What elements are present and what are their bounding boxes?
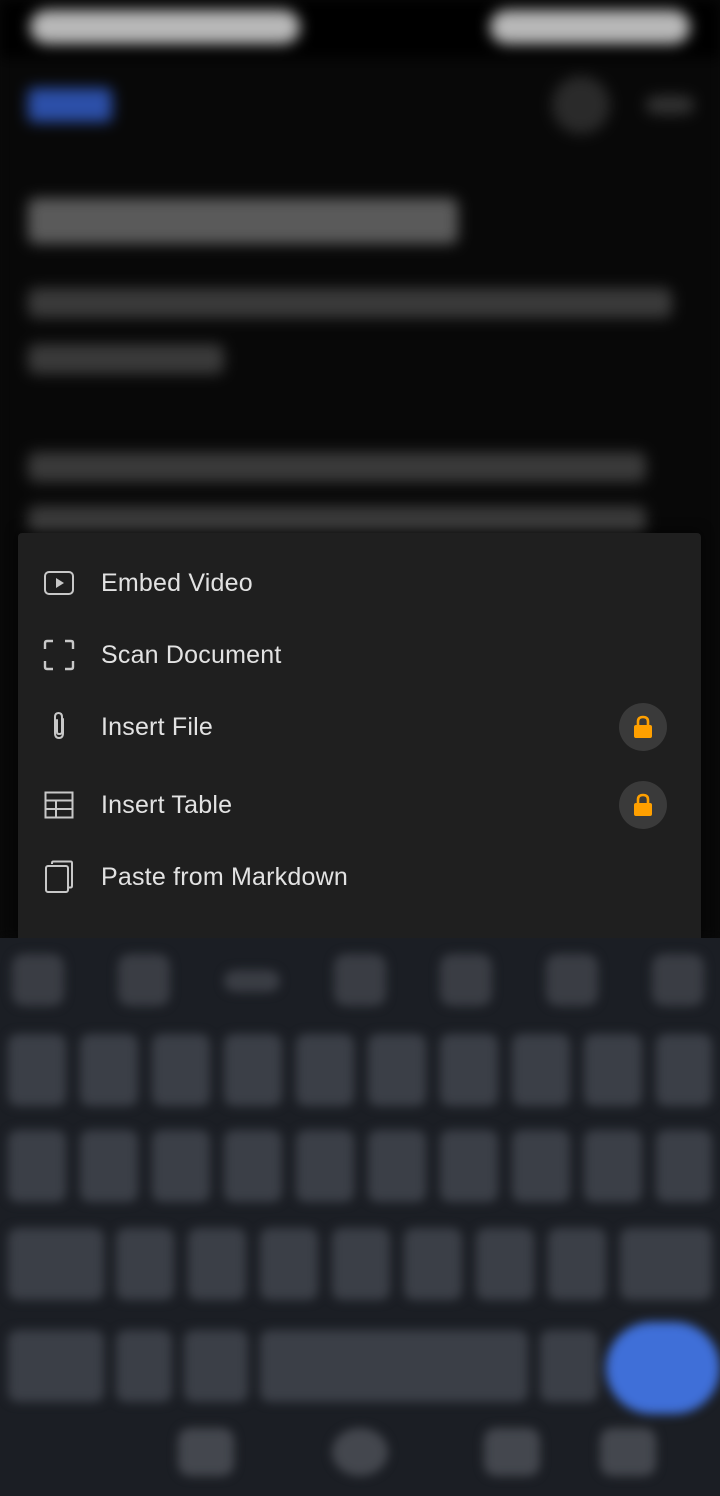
keyboard-key-blurred [152, 1130, 210, 1202]
keyboard-key-blurred [512, 1130, 570, 1202]
menu-item-embed-video[interactable]: Embed Video [18, 547, 701, 619]
keyboard-key-blurred [8, 1330, 104, 1402]
nav-button-blurred [600, 1428, 656, 1476]
nav-button-blurred [332, 1428, 388, 1476]
toolbar-circle-blurred [552, 76, 610, 134]
keyboard-key-blurred [8, 1034, 66, 1106]
keyboard-tool-blurred [652, 954, 704, 1006]
menu-item-label: Paste from Markdown [101, 862, 348, 891]
keyboard-key-blurred [8, 1228, 104, 1300]
keyboard-key-blurred [296, 1034, 354, 1106]
soft-keyboard-blurred [0, 938, 720, 1496]
keyboard-key-blurred [8, 1130, 66, 1202]
keyboard-key-blurred [368, 1034, 426, 1106]
keyboard-spacebar-blurred [260, 1330, 528, 1402]
note-text-line-blurred [28, 506, 646, 536]
screen: Embed Video Scan Document Insert File In… [0, 0, 720, 1496]
keyboard-key-blurred [224, 1130, 282, 1202]
keyboard-tool-blurred [440, 954, 492, 1006]
keyboard-tool-blurred [224, 970, 280, 992]
scan-frame-icon [42, 638, 76, 672]
keyboard-key-blurred [116, 1228, 174, 1300]
keyboard-key-blurred [332, 1228, 390, 1300]
keyboard-key-blurred [184, 1330, 248, 1402]
keyboard-key-blurred [476, 1228, 534, 1300]
status-bar [0, 0, 720, 58]
menu-item-paste-from-markdown[interactable]: Paste from Markdown [18, 841, 701, 913]
note-title-blurred [28, 198, 458, 244]
keyboard-key-blurred [584, 1130, 642, 1202]
note-text-line-blurred [28, 452, 646, 482]
menu-item-insert-table[interactable]: Insert Table [18, 769, 701, 841]
keyboard-tool-blurred [12, 954, 64, 1006]
keyboard-key-blurred [224, 1034, 282, 1106]
keyboard-key-blurred [540, 1330, 598, 1402]
insert-menu: Embed Video Scan Document Insert File In… [18, 533, 701, 938]
status-bar-right-blurred [490, 10, 690, 44]
keyboard-key-blurred [116, 1330, 172, 1402]
menu-item-label: Insert File [101, 712, 213, 741]
copy-pages-icon [42, 860, 76, 894]
done-button-blurred [28, 88, 112, 122]
keyboard-key-blurred [656, 1034, 712, 1106]
keyboard-enter-blurred [606, 1322, 720, 1414]
keyboard-key-blurred [512, 1034, 570, 1106]
keyboard-key-blurred [260, 1228, 318, 1300]
keyboard-key-blurred [620, 1228, 712, 1300]
keyboard-key-blurred [80, 1130, 138, 1202]
more-icon-blurred [646, 96, 694, 114]
nav-button-blurred [484, 1428, 540, 1476]
note-text-line-blurred [28, 288, 672, 318]
keyboard-key-blurred [296, 1130, 354, 1202]
keyboard-keys-blurred [0, 938, 720, 1496]
menu-item-label: Insert Table [101, 790, 233, 819]
lock-badge [619, 781, 667, 829]
menu-item-scan-document[interactable]: Scan Document [18, 619, 701, 691]
video-play-icon [42, 566, 76, 600]
keyboard-key-blurred [584, 1034, 642, 1106]
lock-badge [619, 703, 667, 751]
keyboard-tool-blurred [118, 954, 170, 1006]
keyboard-tool-blurred [334, 954, 386, 1006]
keyboard-key-blurred [656, 1130, 712, 1202]
status-bar-left-blurred [30, 10, 300, 44]
keyboard-key-blurred [188, 1228, 246, 1300]
note-text-line-blurred [28, 344, 224, 374]
keyboard-key-blurred [152, 1034, 210, 1106]
nav-button-blurred [178, 1428, 234, 1476]
lock-icon [634, 793, 652, 816]
lock-icon [634, 715, 652, 738]
menu-item-insert-file[interactable]: Insert File [18, 691, 701, 763]
keyboard-key-blurred [548, 1228, 606, 1300]
keyboard-tool-blurred [546, 954, 598, 1006]
keyboard-key-blurred [440, 1034, 498, 1106]
menu-item-label: Embed Video [101, 568, 253, 597]
table-grid-icon [42, 788, 76, 822]
keyboard-key-blurred [368, 1130, 426, 1202]
keyboard-key-blurred [440, 1130, 498, 1202]
keyboard-key-blurred [80, 1034, 138, 1106]
paperclip-icon [42, 710, 76, 744]
keyboard-key-blurred [404, 1228, 462, 1300]
menu-item-label: Scan Document [101, 640, 282, 669]
